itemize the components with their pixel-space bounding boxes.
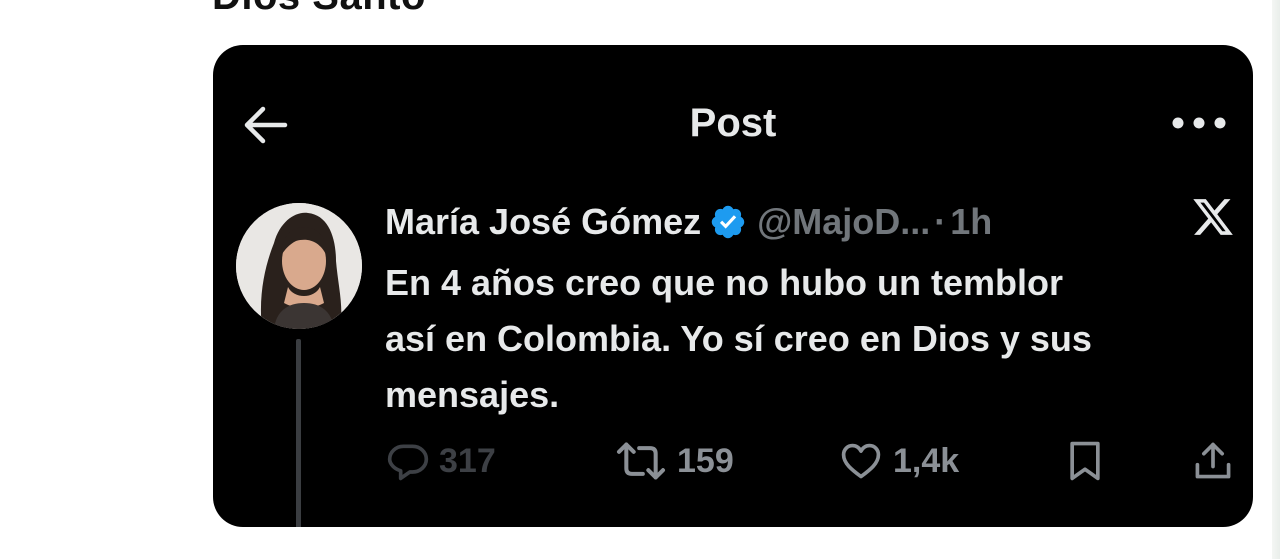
page: Dios Santo Post María José Gómez [0,0,1280,559]
like-count: 1,4k [893,441,960,480]
post-text-line: mensajes. [385,374,560,415]
post-text-line: así en Colombia. Yo sí creo en Dios y su… [385,318,1092,359]
post-text: En 4 años creo que no hubo un temblor as… [385,255,1235,423]
repost-count: 159 [677,441,734,480]
avatar[interactable] [236,203,362,329]
bookmark-button[interactable] [1063,437,1107,485]
article-heading: Dios Santo [212,0,426,19]
reply-icon [387,444,429,481]
post-card: Post María José Gómez @MajoD... · 1h En … [213,45,1253,527]
post-timestamp[interactable]: 1h [950,201,992,243]
repost-button[interactable]: 159 [613,437,734,485]
reply-count: 317 [439,441,496,480]
post-author-row: María José Gómez @MajoD... · 1h [385,198,992,246]
thread-line [296,339,301,527]
like-button[interactable]: 1,4k [837,437,959,485]
repost-icon [616,442,666,480]
reply-button[interactable]: 317 [385,437,496,485]
page-title: Post [689,101,777,145]
author-handle[interactable]: @MajoD... [757,201,930,243]
post-actions: 317 159 1,4k [385,437,1245,485]
separator-dot: · [934,201,947,242]
author-name[interactable]: María José Gómez [385,201,701,243]
avatar-photo [236,203,362,329]
x-logo [1193,199,1233,235]
heart-icon [841,443,881,479]
page-edge [1272,0,1280,559]
share-icon [1195,442,1231,479]
bookmark-icon [1070,441,1100,481]
verified-badge-icon [711,205,745,239]
post-text-line: En 4 años creo que no hubo un temblor [385,262,1064,303]
more-horizontal-icon[interactable] [1171,113,1227,133]
share-button[interactable] [1191,437,1235,485]
